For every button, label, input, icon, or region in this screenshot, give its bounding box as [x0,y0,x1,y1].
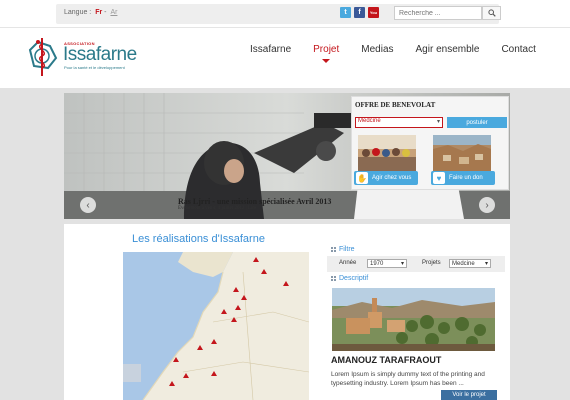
slide-caption: Ras Ljrri - une mission spécialisée Avri… [178,197,331,211]
project-landscape-photo [332,288,495,351]
chevron-left-icon: ‹ [86,199,90,211]
chevron-down-icon: ▾ [400,261,404,267]
year-label: Année [339,260,357,266]
volunteer-photo-group[interactable] [358,135,416,173]
chevron-down-icon: ▾ [484,261,488,267]
apply-button[interactable]: postuler [447,117,507,128]
nav-agir-ensemble[interactable]: Agir ensemble [416,44,480,55]
year-select[interactable]: 1970 ▾ [367,259,407,268]
grid-icon [331,275,337,282]
logo-emblem-icon [28,38,58,76]
search-input[interactable] [394,6,482,20]
volunteer-photo-village[interactable] [433,135,491,173]
nav-projet[interactable]: Projet [313,44,339,63]
volunteer-offer-title: OFFRE DE BENEVOLAT [355,101,436,109]
project-title: AMANOUZ TARAFRAOUT [331,355,442,365]
act-at-home-button[interactable]: ✋ Agir chez vous [354,171,418,185]
volunteer-category-select[interactable]: Medcine ▾ [355,117,443,128]
language-ar-link[interactable]: Ar [110,9,117,16]
search-button[interactable] [482,6,501,20]
language-label: Langue : [64,9,92,16]
top-utility-strip: Langue : Fr - Ar t f You [56,4,501,24]
youtube-icon[interactable]: You [368,7,379,18]
chevron-down-icon: ▾ [436,119,440,125]
description-heading: Descriptif [331,275,368,282]
filter-heading: Filtre [331,246,355,253]
twitter-icon[interactable]: t [340,7,351,18]
slider-next-button[interactable]: › [479,197,495,213]
chevron-right-icon: › [485,199,489,211]
donate-label: Faire un don [449,175,483,181]
site-logo[interactable]: ASSOCIATION Issafarne Pour la santé et l… [24,36,144,78]
donate-button[interactable]: ♥ Faire un don [431,171,495,185]
view-project-button[interactable]: Voir le projet [441,390,497,400]
social-links: t f You [340,7,379,18]
language-switcher: Langue : Fr - Ar [64,9,117,16]
projects-select[interactable]: Medcine ▾ [449,259,491,268]
logo-wordmark: Issafarne [63,44,137,65]
nav-issafarne[interactable]: Issafarne [250,44,291,55]
slide-caption-title[interactable]: Ras Ljrri - une mission spécialisée Avri… [178,197,331,206]
facebook-icon[interactable]: f [354,7,365,18]
hand-icon: ✋ [356,172,368,184]
language-separator: - [104,9,107,16]
volunteer-category-value: Medcine [358,118,381,124]
projects-map[interactable] [123,252,309,400]
description-heading-label: Descriptif [339,275,369,282]
projects-value: Medcine [452,260,475,267]
filter-row: Année 1970 ▾ Projets Medcine ▾ [327,256,505,272]
village-photo [433,135,491,173]
slider-prev-button[interactable]: ‹ [80,197,96,213]
main-nav: Issafarne Projet Medias Agir ensemble Co… [250,44,558,63]
slide-caption-sub: Événement à venir, 4 juillet 2012 | Lire [178,206,257,211]
realisations-title: Les réalisations d'Issafarne [132,233,265,245]
top-utility-bar: Langue : Fr - Ar t f You [0,0,570,28]
morocco-map [123,252,309,400]
project-description: Lorem Ipsum is simply dummy text of the … [331,371,485,387]
heart-icon: ♥ [433,172,445,184]
language-fr-link[interactable]: Fr [95,9,102,16]
search-icon [487,9,496,17]
grid-icon [331,246,337,253]
act-at-home-label: Agir chez vous [372,175,412,181]
nav-contact[interactable]: Contact [501,44,535,55]
group-photo [358,135,416,173]
filter-heading-label: Filtre [339,246,355,253]
projects-label: Projets [422,260,441,266]
project-photo[interactable] [332,288,495,351]
volunteer-offer-box: OFFRE DE BENEVOLAT Medcine ▾ postuler ✋ … [351,96,509,190]
logo-tagline: Pour la santé et le développement [64,65,125,70]
year-value: 1970 [370,260,384,267]
nav-medias[interactable]: Medias [361,44,393,55]
